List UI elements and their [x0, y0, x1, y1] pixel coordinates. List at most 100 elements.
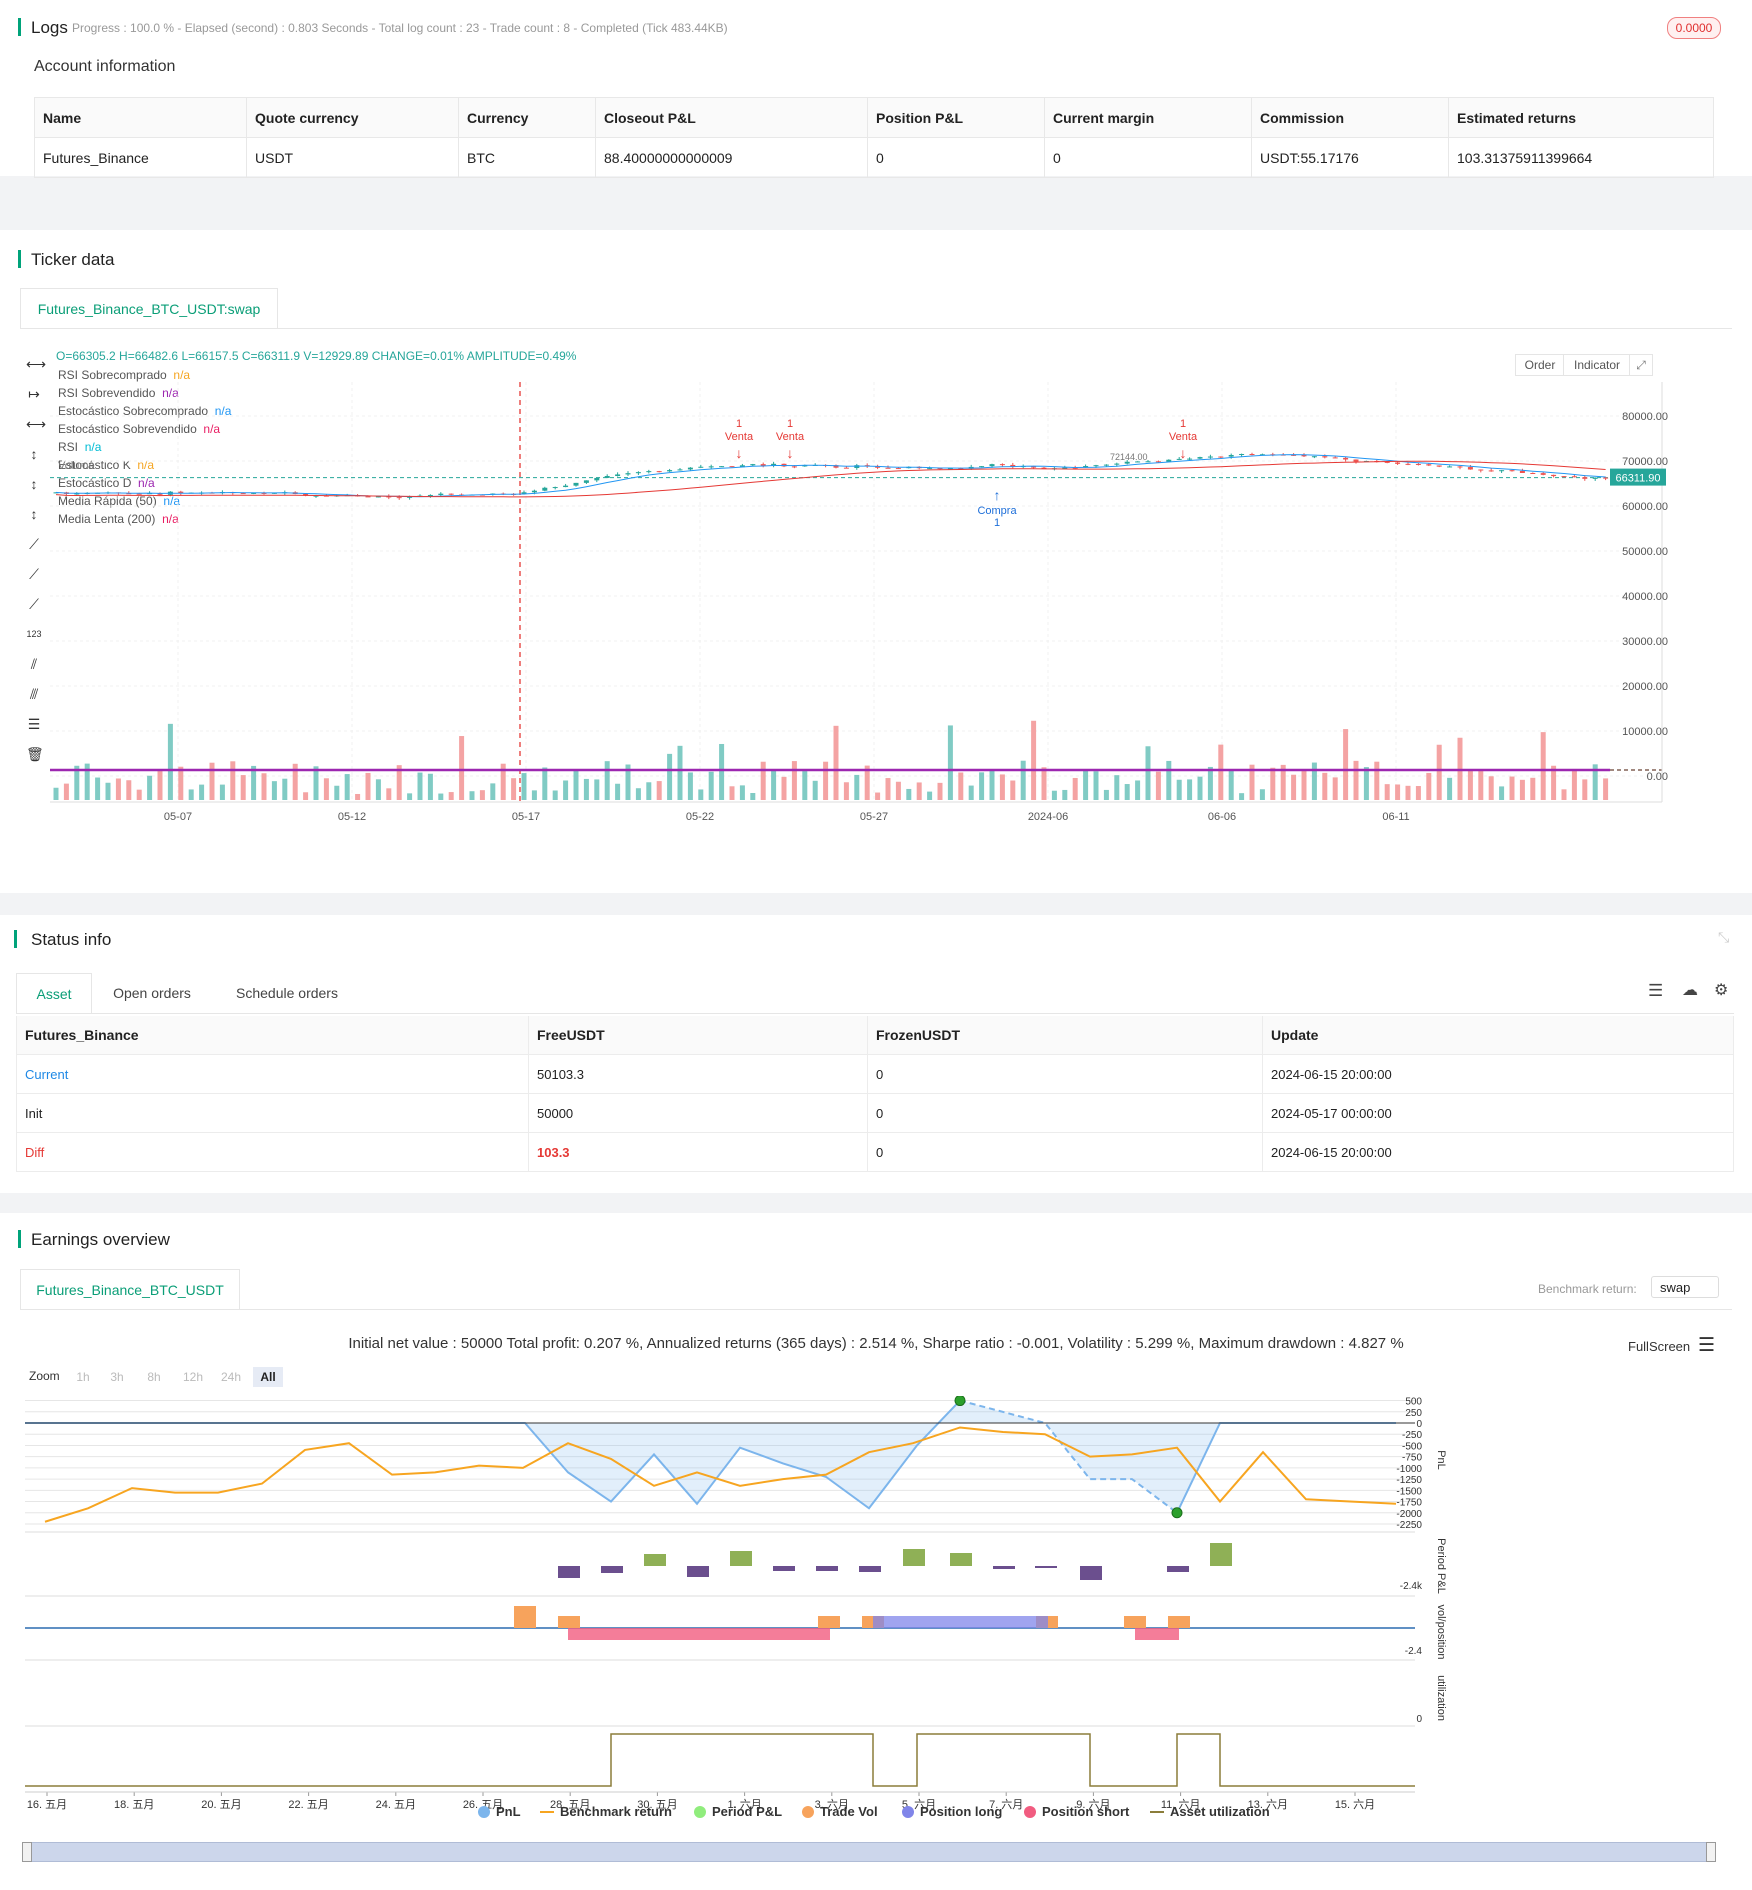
legend-asset-utilization[interactable]: Asset utilization [1150, 1804, 1270, 1819]
price-label-tool-icon[interactable]: 123 [26, 626, 42, 642]
volume-bar [1291, 774, 1297, 800]
trash-icon[interactable]: 🗑 [26, 746, 44, 762]
legend-period-pnl[interactable]: Period P&L [694, 1804, 782, 1819]
horizontal-ray-tool-icon[interactable]: ↦ [26, 386, 42, 402]
volume-bar [1207, 766, 1213, 800]
candle-body [708, 466, 714, 468]
candle-body [1540, 473, 1546, 475]
vertical-ray-tool-icon[interactable]: ⟷ [26, 416, 46, 432]
x-tick-label: 05-12 [338, 811, 366, 823]
volume-bar [167, 723, 173, 800]
fullscreen-button[interactable]: FullScreen [1628, 1339, 1690, 1354]
candle-body [677, 469, 683, 471]
legend-position-short[interactable]: Position short [1024, 1804, 1129, 1819]
volume-bar [1311, 762, 1317, 800]
row-name-current[interactable]: Current [16, 1054, 529, 1094]
candle-body [843, 467, 849, 469]
volume-bar [594, 779, 600, 800]
pnl-tick-label: 250 [1405, 1408, 1422, 1419]
tab-ticker-symbol[interactable]: Futures_Binance_BTC_USDT:swap [20, 288, 278, 329]
candle-body [635, 472, 641, 474]
y-tick-label: 0.00 [1647, 771, 1668, 783]
zoom-24h-button[interactable]: 24h [216, 1367, 246, 1387]
volume-bar [490, 783, 496, 800]
volume-bar [916, 782, 922, 800]
trade-vol-position [25, 1606, 1415, 1640]
asset-table: Futures_Binance FreeUSDT FrozenUSDT Upda… [16, 1016, 1734, 1172]
settings-gear-icon[interactable]: ⚙ [1714, 980, 1728, 1000]
zoom-12h-button[interactable]: 12h [178, 1367, 208, 1387]
period-pnl-bar [950, 1553, 972, 1566]
legend-label: Period P&L [712, 1804, 783, 1819]
straight-line-tool-icon[interactable]: ⟋ [26, 596, 42, 612]
volume-bar [375, 779, 381, 800]
legend-position-long[interactable]: Position long [902, 1804, 1002, 1819]
navigator-scrollbar[interactable] [28, 1842, 1714, 1862]
row-name-init: Init [16, 1093, 529, 1133]
list-view-icon[interactable]: ☰ [1648, 981, 1663, 1001]
table-header-row: Name Quote currency Currency Closeout P&… [34, 97, 1714, 138]
cloud-download-icon[interactable]: ☁ [1682, 980, 1698, 1000]
collapse-icon[interactable]: ⤡ [1718, 929, 1729, 946]
trend-line-tool-icon[interactable]: ⟋ [26, 536, 42, 552]
candle-body [1207, 456, 1213, 458]
volume-bar [1166, 760, 1172, 800]
tab-open-orders[interactable]: Open orders [92, 973, 212, 1013]
axis-title: PnL [1435, 1450, 1447, 1470]
volume-bar [448, 792, 454, 800]
signal-qty: 1 [787, 418, 793, 430]
volume-bar [479, 790, 485, 800]
cross-line-tool-icon[interactable]: ↕ [26, 506, 42, 522]
volume-bar [1218, 744, 1224, 800]
zoom-3h-button[interactable]: 3h [104, 1367, 130, 1387]
vertical-line-tool-icon[interactable]: ↕ [26, 446, 42, 462]
table-cell: 103.31375911399664 [1448, 137, 1714, 178]
volume-bar [1353, 760, 1359, 800]
volume-bar [1405, 785, 1411, 800]
navigator-left-handle[interactable] [22, 1842, 32, 1862]
candle-body [427, 494, 433, 496]
candle-body [1582, 477, 1588, 479]
pnl-tick-label: -250 [1402, 1430, 1422, 1441]
legend-benchmark[interactable]: Benchmark return [540, 1804, 672, 1819]
grid-lines-tool-icon[interactable]: ☰ [26, 716, 42, 732]
tab-asset[interactable]: Asset [16, 973, 92, 1014]
fibonacci-tool-icon[interactable]: ⫻ [26, 686, 42, 702]
volume-bar [1447, 777, 1453, 800]
period-pnl-bar [903, 1549, 925, 1566]
candlestick-chart[interactable]: 1Venta↓1Venta↓1Venta↓↑Compra172144.00 80… [50, 342, 1670, 862]
tab-schedule-orders[interactable]: Schedule orders [214, 973, 360, 1013]
table-header: FreeUSDT [528, 1016, 868, 1055]
volume-bar [895, 781, 901, 800]
legend-label: Position long [920, 1804, 1003, 1819]
legend-pnl[interactable]: PnL [478, 1804, 521, 1819]
table-cell: 0 [867, 1054, 1263, 1094]
volume-bar [583, 778, 589, 800]
parallel-channel-tool-icon[interactable]: ⫽ [26, 656, 42, 672]
zoom-all-button[interactable]: All [253, 1367, 283, 1387]
zoom-1h-button[interactable]: 1h [70, 1367, 96, 1387]
volume-bar [365, 772, 371, 800]
horizontal-line-tool-icon[interactable]: ⟷ [26, 356, 46, 372]
vertical-segment-tool-icon[interactable]: ↕ [26, 476, 42, 492]
navigator-right-handle[interactable] [1706, 1842, 1716, 1862]
menu-icon[interactable]: ☰ [1698, 1334, 1715, 1357]
ray-line-tool-icon[interactable]: ⟋ [26, 566, 42, 582]
logs-panel: Logs Progress : 100.0 % - Elapsed (secon… [0, 0, 1752, 178]
price-tag-label: 66311.90 [1615, 473, 1660, 485]
zoom-8h-button[interactable]: 8h [141, 1367, 167, 1387]
volume-bar [1062, 789, 1068, 800]
candle-body [1218, 456, 1224, 458]
volume-bar [1020, 760, 1026, 800]
volume-bar [1395, 784, 1401, 800]
benchmark-select[interactable]: swap [1651, 1276, 1719, 1298]
earnings-chart[interactable]: 5002500-250-500-750-1000-1250-1500-1750-… [20, 1396, 1735, 1836]
volume-bar [209, 762, 215, 800]
candle-body [615, 474, 621, 477]
volume-bar [563, 780, 569, 800]
tab-earnings-symbol[interactable]: Futures_Binance_BTC_USDT [20, 1269, 240, 1310]
legend-trade-vol[interactable]: Trade Vol [802, 1804, 878, 1819]
period-pnl-bar [993, 1566, 1015, 1569]
volume-bar [542, 767, 548, 800]
volume-bar [833, 725, 839, 800]
